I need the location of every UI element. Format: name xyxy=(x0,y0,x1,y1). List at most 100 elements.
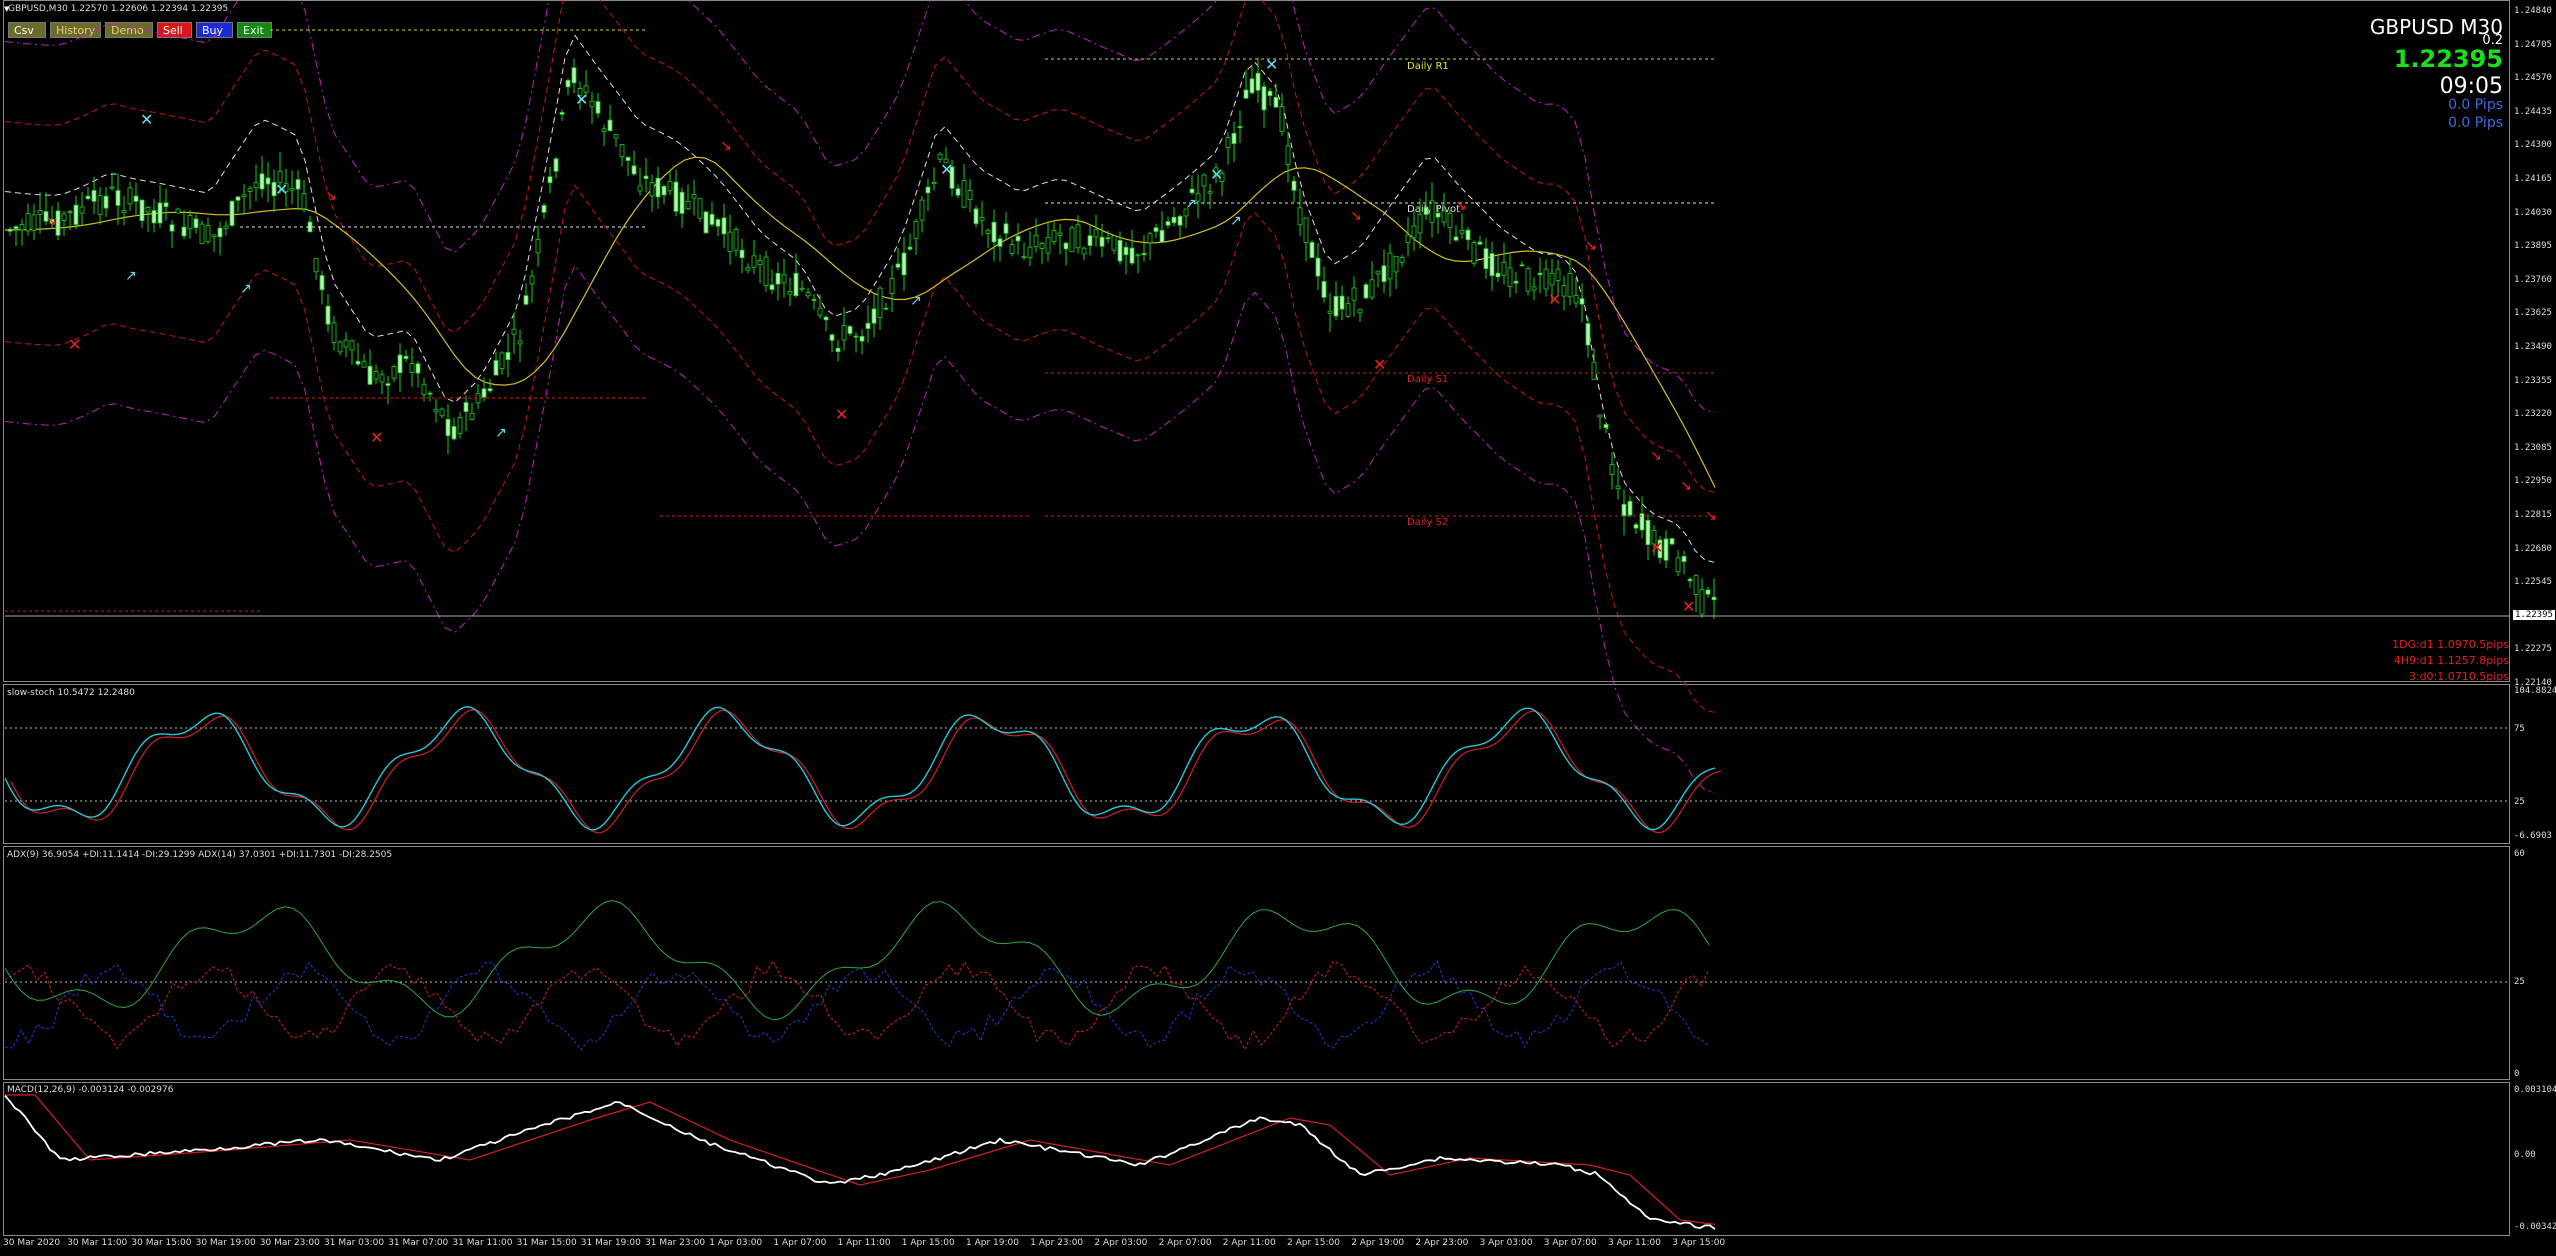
price-tick: 1.24300 xyxy=(2514,140,2552,151)
candle-body xyxy=(727,231,733,252)
time-tick: 30 Mar 15:00 xyxy=(131,1238,192,1248)
buy-arrow-icon: ↗ xyxy=(240,281,252,297)
candle-body xyxy=(1561,285,1567,297)
candle-body xyxy=(775,272,781,285)
candle-body xyxy=(535,238,541,254)
candle-body xyxy=(679,191,685,214)
candle-body xyxy=(373,370,379,380)
candle-body xyxy=(1237,126,1243,129)
candle-body xyxy=(349,340,355,351)
time-tick: 1 Apr 23:00 xyxy=(1030,1238,1084,1248)
candle-body xyxy=(1567,273,1573,298)
price-tick: 1.23895 xyxy=(2514,241,2552,252)
candle-body xyxy=(1321,281,1327,298)
candle-body xyxy=(1429,200,1435,223)
candle-body xyxy=(1015,235,1021,242)
time-tick: 2 Apr 15:00 xyxy=(1287,1238,1340,1248)
price-tick: 1.24705 xyxy=(2514,39,2552,50)
time-tick: 3 Apr 03:00 xyxy=(1479,1238,1533,1248)
candle-body xyxy=(691,193,697,199)
candle-body xyxy=(1189,188,1195,194)
price-tick: 1.24030 xyxy=(2514,207,2552,218)
candle-body xyxy=(1519,264,1525,267)
candle-body xyxy=(127,187,133,205)
candle-body xyxy=(1087,235,1093,246)
candle-body xyxy=(85,195,91,200)
candle-body xyxy=(847,326,853,334)
candle-body xyxy=(1135,254,1141,257)
candle-body xyxy=(1549,272,1555,286)
candle-body xyxy=(1393,255,1399,273)
time-tick: 2 Apr 23:00 xyxy=(1415,1238,1469,1248)
candle-body xyxy=(439,408,445,417)
stoch-tick: 75 xyxy=(2514,724,2525,734)
adx-main-line xyxy=(4,899,1710,1021)
candle-body xyxy=(745,267,751,271)
candle-body xyxy=(799,287,805,290)
candle-body xyxy=(361,361,367,368)
candle-body xyxy=(61,213,67,221)
candle-body xyxy=(397,354,403,374)
candle-body xyxy=(1495,272,1501,278)
time-tick: 2 Apr 07:00 xyxy=(1158,1238,1212,1248)
time-tick: 2 Apr 03:00 xyxy=(1094,1238,1148,1248)
candle-body xyxy=(223,225,229,229)
candle-body xyxy=(1159,230,1165,243)
candle-body xyxy=(559,112,565,115)
buy-arrow-icon: ↗ xyxy=(910,293,922,309)
candle-body xyxy=(109,186,115,189)
price-tick: 1.24435 xyxy=(2514,106,2552,117)
candle-body xyxy=(1375,270,1381,275)
time-tick: 31 Mar 03:00 xyxy=(324,1238,385,1248)
candle-body xyxy=(175,208,181,214)
candle-body xyxy=(685,200,691,209)
candle-body xyxy=(751,255,757,268)
candle-body xyxy=(1279,106,1285,132)
candle-body xyxy=(313,258,319,273)
candle-body xyxy=(379,374,385,383)
sell-arrow-icon: ↘ xyxy=(1350,208,1362,224)
candle-body xyxy=(241,194,247,197)
candle-body xyxy=(643,175,649,179)
time-tick: 31 Mar 07:00 xyxy=(388,1238,449,1248)
candle-body xyxy=(211,234,217,238)
candle-body xyxy=(1483,248,1489,270)
candle-body xyxy=(1579,298,1585,305)
candle-body xyxy=(1003,223,1009,234)
sell-arrow-icon: ↘ xyxy=(1705,508,1717,524)
candle-body xyxy=(1597,414,1603,418)
candle-body xyxy=(649,182,655,197)
price-tick: 1.22680 xyxy=(2514,543,2552,554)
candle-body xyxy=(1303,217,1309,243)
candle-body xyxy=(793,272,799,297)
price-tick: 1.23760 xyxy=(2514,274,2552,285)
candle-body xyxy=(925,186,931,194)
candle-body xyxy=(1291,180,1297,191)
candle-body xyxy=(991,221,997,243)
candle-body xyxy=(415,363,421,374)
candle-body xyxy=(1465,229,1471,241)
price-tick: 1.24570 xyxy=(2514,73,2552,84)
candle-body xyxy=(1711,596,1717,601)
candle-body xyxy=(631,165,637,175)
candle-body xyxy=(403,355,409,359)
candle-body xyxy=(181,226,187,237)
candle-body xyxy=(697,198,703,219)
candle-body xyxy=(853,335,859,338)
candle-body xyxy=(1573,294,1579,304)
candle-body xyxy=(829,334,835,341)
candle-body xyxy=(145,207,151,213)
candle-body xyxy=(1285,145,1291,165)
candle-body xyxy=(451,426,457,440)
candle-body xyxy=(259,173,265,190)
time-tick: 3 Apr 15:00 xyxy=(1672,1238,1726,1248)
candle-body xyxy=(1075,224,1081,249)
candle-body xyxy=(553,158,559,172)
candle-body xyxy=(955,188,961,196)
sell-arrow-icon: ↘ xyxy=(1680,478,1692,494)
candle-body xyxy=(1471,242,1477,264)
candle-body xyxy=(1327,310,1333,314)
candle-body xyxy=(1081,247,1087,255)
time-tick: 2 Apr 11:00 xyxy=(1222,1238,1276,1248)
adx-tick: 25 xyxy=(2514,977,2525,987)
